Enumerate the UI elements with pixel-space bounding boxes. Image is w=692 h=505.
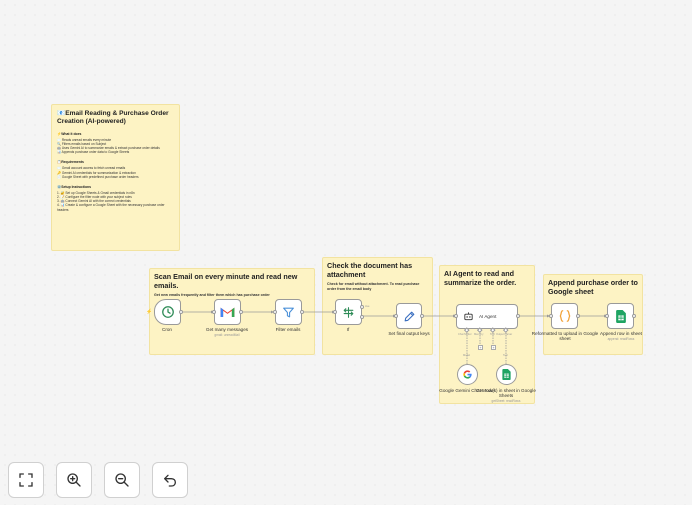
node-sub-get-rows: getSheet: readRows: [491, 399, 521, 403]
input-port[interactable]: [273, 310, 277, 314]
node-label-agent: AI Agent: [479, 314, 497, 319]
node-cron[interactable]: [154, 299, 181, 325]
node-append-row[interactable]: [607, 303, 634, 329]
setup-list: 1. 🔐 Set up Google Sheets & Gmail creden…: [57, 191, 174, 212]
node-google-gemini[interactable]: [457, 364, 478, 385]
output-port[interactable]: [179, 310, 183, 314]
gmail-icon: [220, 307, 235, 317]
list-item: 📄 Google Sheet with predefined purchase …: [57, 174, 139, 179]
list-item: 📊 Appends purchase order data to Google …: [57, 150, 130, 155]
input-port[interactable]: [333, 310, 337, 314]
memory-port-label: Memory: [474, 333, 484, 336]
agent-note-title: AI Agent to read and summarize the order…: [444, 269, 517, 287]
sticky-note-overview[interactable]: 📧Email Reading & Purchase Order Creation…: [51, 104, 180, 251]
code-braces-icon: [559, 310, 570, 322]
output-port[interactable]: [632, 314, 636, 318]
output-port[interactable]: [516, 314, 520, 318]
true-branch-label: true: [365, 305, 370, 308]
append-note-title: Append purchase order to Google sheet: [548, 278, 638, 296]
tool-connector-label: Tool: [503, 354, 508, 357]
undo-icon: [164, 474, 176, 487]
node-get-many-messages[interactable]: [214, 299, 241, 325]
node-set-output-keys[interactable]: [396, 303, 422, 329]
node-if[interactable]: [335, 299, 362, 325]
scan-note-subtitle: Get new emails frequently and filter the…: [154, 293, 270, 298]
node-filter-emails[interactable]: [275, 299, 302, 325]
zoom-in-icon: [67, 473, 81, 487]
requirements-list: ✉️ Gmail account access to fetch unread …: [57, 166, 174, 178]
sticky-note-ai-agent[interactable]: AI Agent to read and summarize the order…: [439, 265, 535, 404]
clock-icon: [161, 306, 174, 318]
node-label-if: If: [346, 327, 350, 332]
node-label-set-keys: Set final output keys: [388, 331, 430, 336]
node-label-append: Append row in sheet: [600, 331, 642, 336]
output-port[interactable]: [576, 314, 580, 318]
output-port-true[interactable]: [360, 305, 364, 309]
overview-title: 📧Email Reading & Purchase Order Creation…: [57, 110, 169, 125]
node-sub-append: append: readRows: [607, 337, 635, 341]
zoom-out-button[interactable]: [104, 462, 140, 498]
node-reformat-code[interactable]: [551, 303, 578, 329]
fit-view-icon: [19, 473, 33, 487]
check-note-title: Check the document has attachment: [327, 261, 413, 279]
output-port[interactable]: [239, 310, 243, 314]
zoom-in-button[interactable]: [56, 462, 92, 498]
node-get-rows-sheet[interactable]: [496, 364, 517, 385]
input-port[interactable]: [605, 314, 609, 318]
check-note-subtitle: Check for email without attachment. To r…: [327, 282, 420, 291]
node-label-get-rows: Get row(s) in sheet in Google Sheets: [476, 388, 536, 399]
fit-view-button[interactable]: [8, 462, 44, 498]
node-ai-agent[interactable]: AI Agent: [456, 304, 518, 329]
output-parser-port-label: Output Parser: [496, 333, 513, 336]
connections-layer: [181, 310, 607, 364]
filter-icon: [283, 307, 294, 317]
scan-note-title: Scan Email on every minute and read new …: [154, 272, 298, 290]
if-branch-icon: [343, 306, 354, 318]
workflow-canvas[interactable]: 📧Email Reading & Purchase Order Creation…: [0, 0, 692, 505]
what-it-does-heading: ⚡What it does: [57, 131, 82, 136]
model-connector-label: Model: [463, 354, 471, 357]
tool-port-label: Tool: [490, 333, 495, 336]
add-memory-button[interactable]: +: [478, 345, 483, 350]
google-sheets-icon: [502, 369, 511, 380]
robot-icon: [464, 312, 473, 321]
input-port[interactable]: [212, 310, 216, 314]
input-port[interactable]: [394, 314, 398, 318]
input-port[interactable]: [454, 314, 458, 318]
output-port[interactable]: [420, 314, 424, 318]
input-port[interactable]: [549, 314, 553, 318]
zoom-out-icon: [115, 473, 129, 487]
list-item: 4. 📊 Create & configure a Google Sheet w…: [57, 203, 165, 212]
undo-button[interactable]: [152, 462, 188, 498]
trigger-bolt-icon: ⚡: [146, 309, 153, 315]
add-tool-button[interactable]: +: [491, 345, 496, 350]
node-sub-get-messages: gmail: unreadMail: [214, 333, 240, 337]
chat-model-port-label: Chat Model: [458, 333, 472, 336]
output-port[interactable]: [300, 310, 304, 314]
pencil-icon: [404, 311, 414, 321]
google-icon: [463, 370, 472, 379]
what-it-does-list: ✉️ Reads unread emails every minute 🔍 Fi…: [57, 138, 174, 155]
setup-heading: ⚙️Setup Instructions: [57, 184, 91, 189]
google-sheets-icon: [615, 309, 626, 323]
requirements-heading: 📋Requirements: [57, 160, 84, 165]
node-label-get-messages: Get many messages: [205, 327, 249, 332]
output-port-false[interactable]: [360, 315, 364, 319]
